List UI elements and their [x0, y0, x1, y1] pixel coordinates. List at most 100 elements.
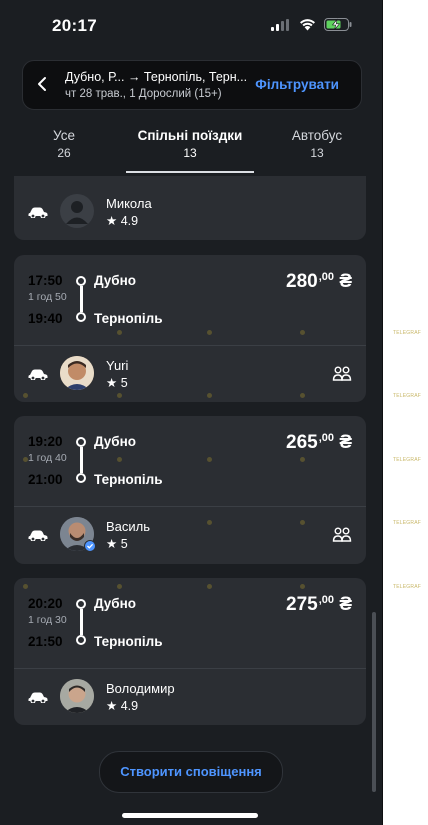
driver-rating: ★ 5: [106, 376, 128, 390]
tab-label: Автобус: [291, 128, 343, 143]
watermark-dot: [23, 457, 28, 462]
car-icon: [28, 530, 48, 541]
max-two-passengers-icon: [332, 527, 352, 542]
watermark-dot: [300, 520, 305, 525]
watermark-dot: [117, 330, 122, 335]
filter-button[interactable]: Фільтрувати: [255, 77, 339, 92]
watermark-dot: [23, 584, 28, 589]
driver-rating: ★ 5: [106, 537, 128, 551]
star-icon: ★: [106, 214, 118, 228]
arrival-time: 21:50: [28, 634, 63, 649]
tab-label: Спільні поїздки: [137, 128, 243, 143]
watermark-dot: [207, 393, 212, 398]
arrival-time: 21:00: [28, 472, 63, 487]
tabs: Усе 26 Спільні поїздки 13 Автобус 13: [0, 120, 382, 175]
departure-time: 20:20: [28, 596, 63, 611]
user-placeholder-icon: [66, 201, 88, 224]
driver-name: Володимир: [106, 681, 175, 696]
to-city: Тернопіль: [94, 472, 163, 487]
tab-count: 13: [310, 146, 324, 160]
tab-count: 13: [183, 146, 197, 160]
to-city: Тернопіль: [94, 311, 163, 326]
watermark-dot: [300, 393, 305, 398]
driver-rating: ★ 4.9: [106, 699, 139, 713]
avatar: [60, 356, 94, 390]
watermark: TELEGRAF: [393, 393, 421, 399]
watermark-dot: [207, 457, 212, 462]
watermark-dot: [23, 393, 28, 398]
trip-details: чт 28 трав., 1 Дорослий (15+): [65, 88, 222, 100]
avatar: [60, 679, 94, 713]
watermark: TELEGRAF: [393, 520, 421, 526]
status-icons: [271, 18, 352, 31]
chevron-left-icon[interactable]: [35, 76, 49, 92]
search-summary[interactable]: Дубно, Р... → Тернопіль, Терн... чт 28 т…: [22, 60, 362, 110]
watermark-dot: [207, 330, 212, 335]
ride-card[interactable]: 19:20 1 год 40 21:00 Дубно Тернопіль 265…: [14, 416, 366, 564]
route-text: Дубно, Р... → Тернопіль, Терн...: [65, 70, 248, 84]
tab-label: Усе: [53, 128, 75, 143]
watermark: TELEGRAF: [393, 330, 421, 336]
from-city: Дубно: [94, 434, 137, 449]
route-line: [76, 599, 86, 645]
home-indicator: [122, 813, 258, 818]
route-line: [76, 276, 86, 322]
watermark-dot: [207, 520, 212, 525]
tab-carpool[interactable]: Спільні поїздки 13: [126, 128, 254, 160]
route-line: [76, 437, 86, 483]
watermark-dot: [300, 330, 305, 335]
price: 265,00 ₴: [286, 432, 352, 453]
ride-card[interactable]: 17:50 1 год 50 19:40 Дубно Тернопіль 280…: [14, 255, 366, 402]
star-icon: ★: [106, 699, 118, 713]
status-time: 20:17: [52, 16, 97, 35]
ride-card-partial[interactable]: Микола ★ 4.9: [14, 176, 366, 240]
from-city: Дубно: [94, 596, 137, 611]
tab-all[interactable]: Усе 26: [38, 128, 90, 160]
trip-duration: 1 год 40: [28, 452, 67, 464]
driver-name: Микола: [106, 196, 152, 211]
price: 275,00 ₴: [286, 594, 352, 615]
star-icon: ★: [106, 537, 118, 551]
app-screen: 20:17 Дубно, Р... → Тернопіль, Терн... ч…: [0, 0, 383, 825]
driver-name: Василь: [106, 519, 151, 534]
create-alert-button[interactable]: Створити сповіщення: [99, 751, 283, 793]
car-icon: [28, 207, 48, 218]
status-bar: 20:17: [0, 0, 382, 50]
departure-time: 19:20: [28, 434, 63, 449]
car-icon: [28, 692, 48, 703]
car-icon: [28, 369, 48, 380]
driver-name: Yuri: [106, 358, 129, 373]
divider: [14, 506, 366, 507]
divider: [14, 345, 366, 346]
ride-card[interactable]: 20:20 1 год 30 21:50 Дубно Тернопіль 275…: [14, 578, 366, 725]
watermark-dot: [117, 584, 122, 589]
signal-icon: [271, 18, 289, 31]
scrollbar[interactable]: [372, 612, 376, 792]
wifi-icon: [300, 18, 315, 30]
active-tab-indicator: [126, 171, 254, 173]
trip-duration: 1 год 30: [28, 614, 67, 626]
watermark-dot: [117, 393, 122, 398]
watermark-dot: [300, 457, 305, 462]
driver-rating: ★ 4.9: [106, 213, 138, 228]
watermark: TELEGRAF: [393, 584, 421, 590]
price: 280,00 ₴: [286, 271, 352, 292]
from-city: Дубно: [94, 273, 137, 288]
watermark-dot: [117, 457, 122, 462]
departure-time: 17:50: [28, 273, 63, 288]
battery-charging-icon: [324, 18, 352, 31]
to-city: Тернопіль: [94, 634, 163, 649]
star-icon: ★: [106, 376, 118, 390]
trip-duration: 1 год 50: [28, 291, 67, 303]
rating-value: 4.9: [120, 214, 139, 228]
verified-badge-icon: [84, 540, 96, 552]
arrival-time: 19:40: [28, 311, 63, 326]
max-two-passengers-icon: [332, 366, 352, 381]
divider: [14, 668, 366, 669]
watermark: TELEGRAF: [393, 457, 421, 463]
tab-bus[interactable]: Автобус 13: [282, 128, 352, 160]
watermark-dot: [300, 584, 305, 589]
tab-count: 26: [57, 146, 71, 160]
avatar: [60, 194, 94, 228]
watermark-dot: [207, 584, 212, 589]
